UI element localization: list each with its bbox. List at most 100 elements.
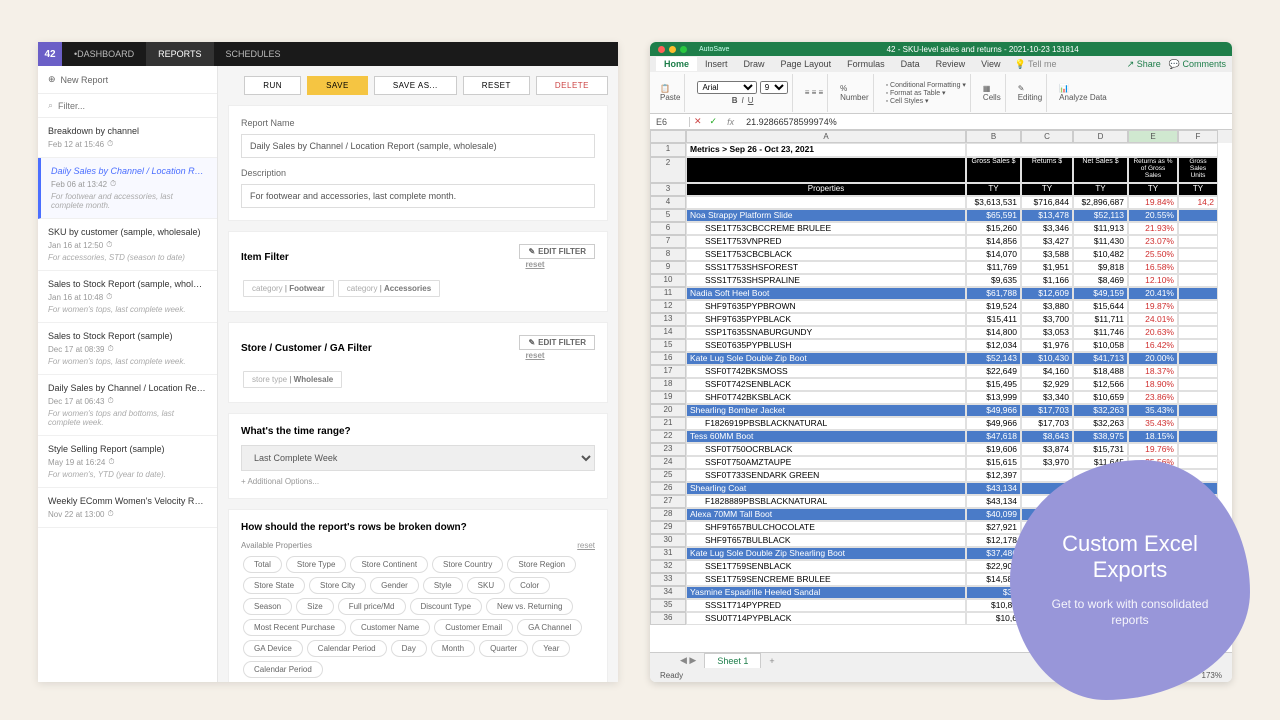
sheet-nav-icon[interactable]: ◀ ▶: [680, 655, 696, 666]
property-pill[interactable]: Most Recent Purchase: [243, 619, 346, 636]
property-pill[interactable]: Store Continent: [350, 556, 428, 573]
property-pill[interactable]: GA Device: [243, 640, 303, 657]
data-row[interactable]: 6SSE1T753CBCCREME BRULEE$15,260$3,346$11…: [650, 222, 1232, 235]
delete-button[interactable]: DELETE: [536, 76, 608, 95]
align-group[interactable]: ≡ ≡ ≡: [801, 74, 828, 112]
edit-filter-button[interactable]: ✎ EDIT FILTER: [519, 244, 595, 259]
property-pill[interactable]: Store Type: [286, 556, 347, 573]
sheet-tab[interactable]: Sheet 1: [704, 653, 761, 669]
data-row[interactable]: 4$3,613,531$716,844$2,896,68719.84%14,2: [650, 196, 1232, 209]
property-pill[interactable]: Store Country: [432, 556, 503, 573]
filter-tag[interactable]: category | Accessories: [338, 280, 440, 297]
property-pill[interactable]: Customer Email: [434, 619, 513, 636]
data-row[interactable]: 23SSF0T750OCRBLACK$19,606$3,874$15,73119…: [650, 443, 1232, 456]
property-pill[interactable]: Season: [243, 598, 292, 615]
property-pill[interactable]: Day: [391, 640, 427, 657]
tell-me[interactable]: 💡 Tell me: [1015, 59, 1057, 70]
reset-store-link[interactable]: reset: [525, 351, 544, 360]
filter-tag[interactable]: category | Footwear: [243, 280, 334, 297]
report-item[interactable]: Sales to Stock Report (sample, wholesale…: [38, 271, 217, 323]
analyze-group[interactable]: 📊Analyze Data: [1055, 74, 1111, 112]
time-range-select[interactable]: Last Complete Week: [241, 445, 595, 471]
zoom-level[interactable]: 173%: [1202, 671, 1222, 680]
data-row[interactable]: 12SHF9T635PYPBROWN$19,524$3,880$15,64419…: [650, 300, 1232, 313]
new-report-button[interactable]: ⊕ New Report: [38, 66, 217, 94]
ribbon-tab[interactable]: View: [973, 57, 1008, 71]
data-row[interactable]: 17SSF0T742BKSMOSS$22,649$4,160$18,48818.…: [650, 365, 1232, 378]
additional-options-link[interactable]: + Additional Options...: [241, 477, 595, 486]
share-button[interactable]: ↗ Share: [1127, 59, 1161, 70]
autosave-toggle[interactable]: AutoSave: [699, 46, 729, 53]
ribbon-tab[interactable]: Page Layout: [773, 57, 840, 71]
property-pill[interactable]: Total: [243, 556, 282, 573]
accept-icon[interactable]: ✓: [706, 116, 722, 127]
number-group[interactable]: %Number: [836, 74, 873, 112]
property-pill[interactable]: Color: [509, 577, 550, 594]
ribbon-tab[interactable]: Review: [928, 57, 974, 71]
report-item[interactable]: Breakdown by channelFeb 12 at 15:46 ⏱: [38, 118, 217, 158]
nav-schedules[interactable]: SCHEDULES: [214, 42, 293, 66]
maximize-icon[interactable]: [680, 46, 687, 53]
data-row[interactable]: 8SSE1T753CBCBLACK$14,070$3,588$10,48225.…: [650, 248, 1232, 261]
property-pill[interactable]: Calendar Period: [307, 640, 387, 657]
property-pill[interactable]: Year: [532, 640, 570, 657]
size-select[interactable]: 9: [760, 81, 788, 94]
property-pill[interactable]: Style: [423, 577, 463, 594]
cancel-icon[interactable]: ✕: [690, 116, 706, 127]
search-input[interactable]: [58, 101, 207, 111]
editing-group[interactable]: ✎Editing: [1014, 74, 1047, 112]
save-button[interactable]: SAVE: [307, 76, 368, 95]
nav-reports[interactable]: REPORTS: [146, 42, 213, 66]
property-pill[interactable]: Gender: [370, 577, 419, 594]
data-row[interactable]: 10SSS1T753SHSPRALINE$9,635$1,166$8,46912…: [650, 274, 1232, 287]
format-group[interactable]: ▫ Conditional Formatting ▾▫ Format as Ta…: [882, 74, 971, 112]
data-row[interactable]: 7SSE1T753VNPRED$14,856$3,427$11,43023.07…: [650, 235, 1232, 248]
property-pill[interactable]: New vs. Returning: [486, 598, 573, 615]
bold-icon[interactable]: B: [732, 96, 738, 105]
close-icon[interactable]: [658, 46, 665, 53]
data-row[interactable]: 11Nadia Soft Heel Boot$61,788$12,609$49,…: [650, 287, 1232, 300]
property-pill[interactable]: Quarter: [479, 640, 528, 657]
property-pill[interactable]: Month: [431, 640, 475, 657]
reset-button[interactable]: RESET: [463, 76, 530, 95]
comments-button[interactable]: 💬 Comments: [1169, 59, 1226, 70]
property-pill[interactable]: Full price/Md: [338, 598, 406, 615]
nav-dashboard[interactable]: • DASHBOARD: [62, 42, 146, 66]
data-row[interactable]: 13SHF9T635PYPBLACK$15,411$3,700$11,71124…: [650, 313, 1232, 326]
app-logo[interactable]: 42: [38, 42, 62, 66]
property-pill[interactable]: Customer Name: [350, 619, 430, 636]
ribbon-tab[interactable]: Data: [893, 57, 928, 71]
reset-props-link[interactable]: reset: [577, 541, 595, 550]
data-row[interactable]: 15SSE0T635PYPBLUSH$12,034$1,976$10,05816…: [650, 339, 1232, 352]
report-item[interactable]: Weekly EComm Women's Velocity ReportNov …: [38, 488, 217, 528]
ribbon-tab[interactable]: Formulas: [839, 57, 893, 71]
report-item[interactable]: SKU by customer (sample, wholesale)Jan 1…: [38, 219, 217, 271]
property-pill[interactable]: Store State: [243, 577, 305, 594]
property-pill[interactable]: Store Region: [507, 556, 576, 573]
property-pill[interactable]: Calendar Period: [243, 661, 323, 678]
property-pill[interactable]: Discount Type: [410, 598, 483, 615]
property-pill[interactable]: Store City: [309, 577, 366, 594]
add-sheet-icon[interactable]: +: [761, 656, 782, 666]
underline-icon[interactable]: U: [748, 96, 754, 105]
desc-input[interactable]: [241, 184, 595, 208]
formula-input[interactable]: 21.92866578599974%: [740, 117, 843, 127]
edit-store-filter-button[interactable]: ✎ EDIT FILTER: [519, 335, 595, 350]
cells-group[interactable]: ▦Cells: [979, 74, 1006, 112]
reset-filter-link[interactable]: reset: [525, 260, 544, 269]
sidebar-search[interactable]: ⌕: [38, 94, 217, 118]
save-as-button[interactable]: SAVE AS...: [374, 76, 457, 95]
fx-icon[interactable]: fx: [721, 117, 740, 127]
report-name-input[interactable]: [241, 134, 595, 158]
data-row[interactable]: 5Noa Strappy Platform Slide$65,591$13,47…: [650, 209, 1232, 222]
data-row[interactable]: 16Kate Lug Sole Double Zip Boot$52,143$1…: [650, 352, 1232, 365]
run-button[interactable]: RUN: [244, 76, 301, 95]
data-row[interactable]: 9SSS1T753SHSFOREST$11,769$1,951$9,81816.…: [650, 261, 1232, 274]
cell-reference[interactable]: E6: [650, 117, 690, 127]
report-item[interactable]: Daily Sales by Channel / Location Report…: [38, 158, 217, 219]
ribbon-tab[interactable]: Home: [656, 57, 697, 71]
data-row[interactable]: 18SSF0T742SENBLACK$15,495$2,929$12,56618…: [650, 378, 1232, 391]
property-pill[interactable]: Size: [296, 598, 334, 615]
data-row[interactable]: 22Tess 60MM Boot$47,618$8,643$38,97518.1…: [650, 430, 1232, 443]
ribbon-tab[interactable]: Insert: [697, 57, 736, 71]
